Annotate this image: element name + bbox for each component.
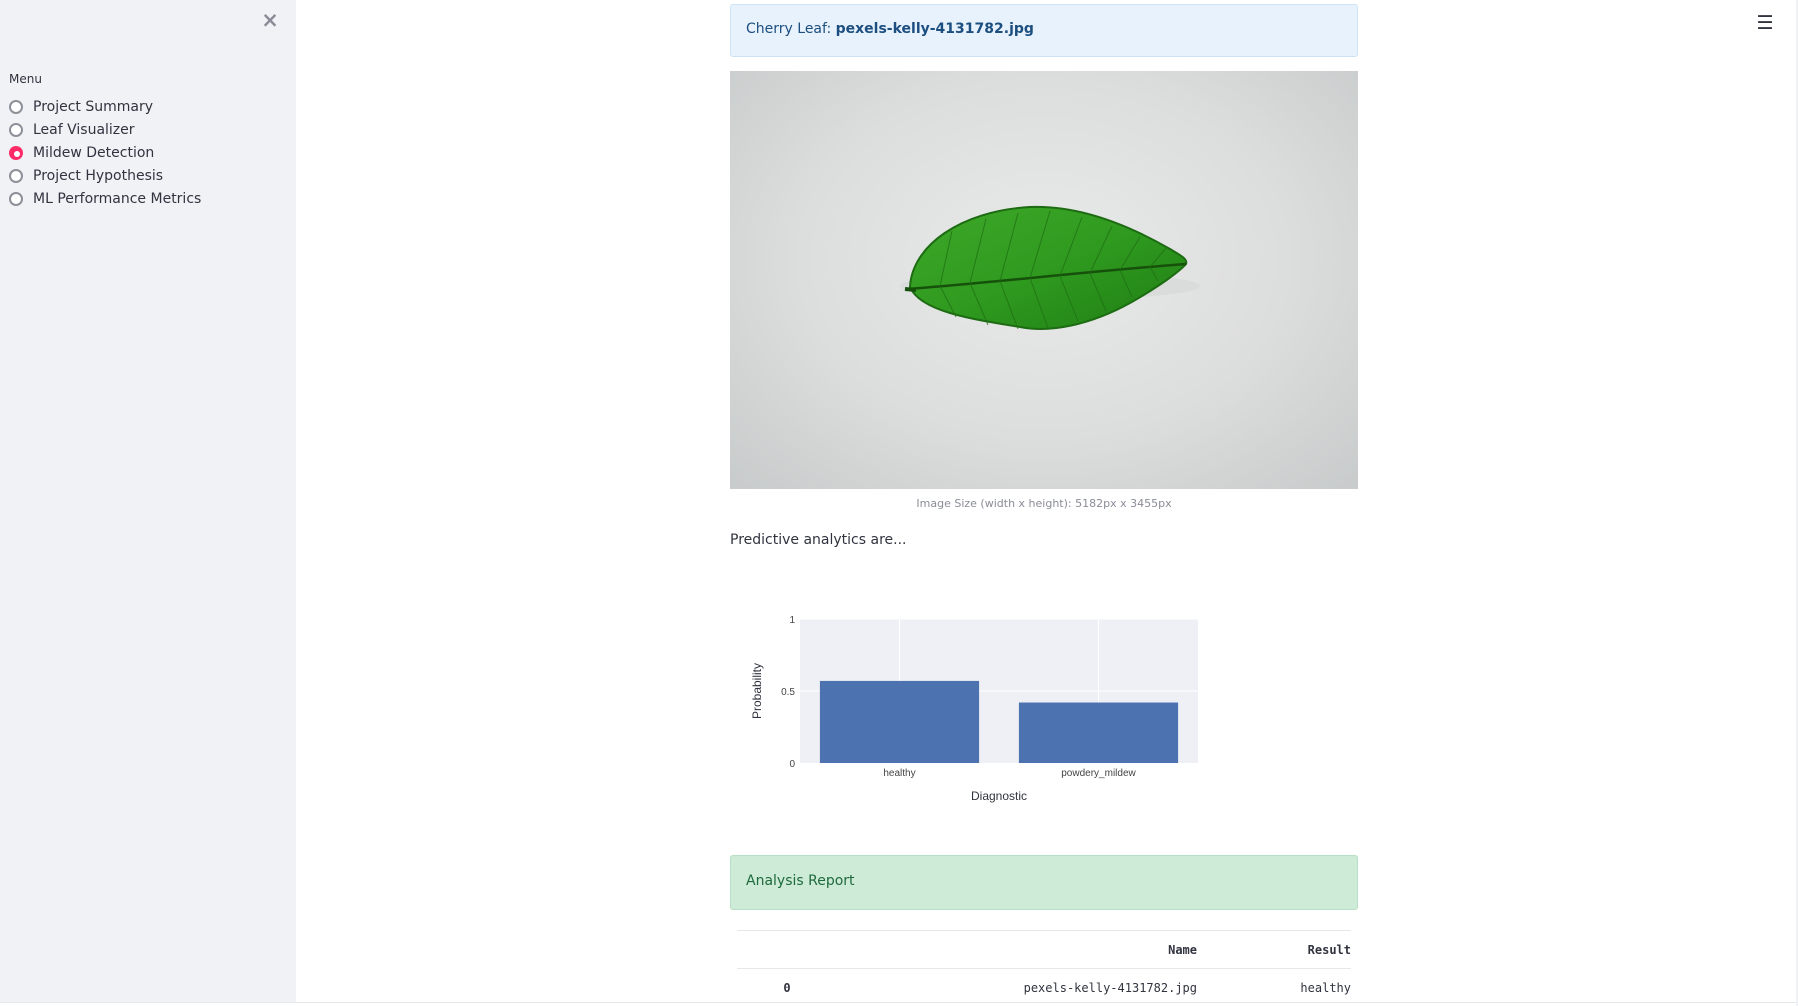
row-index: 0 bbox=[783, 980, 791, 995]
x-tick-label: powdery_mildew bbox=[1061, 768, 1136, 779]
y-axis-label: Probability bbox=[750, 663, 764, 719]
y-tick-label: 0 bbox=[789, 759, 795, 770]
row-result: healthy bbox=[1300, 980, 1351, 995]
column-header-index bbox=[737, 931, 837, 969]
image-caption: Image Size (width x height): 5182px x 34… bbox=[916, 497, 1172, 510]
success-alert: Analysis Report bbox=[730, 855, 1358, 910]
probability-chart[interactable]: 0 0.5 1 healthy powdery_mildew Diagnostic Prob… bbox=[730, 600, 1210, 820]
menu-item-label: Mildew Detection bbox=[33, 144, 155, 161]
radio-button[interactable] bbox=[9, 99, 23, 114]
menu-radio-group: Project Summary Leaf Visualizer Mildew D… bbox=[9, 95, 201, 210]
analysis-report-table: Name Result 0 pexels-kelly-4131782.jpg h… bbox=[737, 930, 1351, 1006]
column-header-name: Name bbox=[1168, 942, 1197, 957]
menu-item-label: Project Summary bbox=[33, 98, 154, 115]
info-alert: Cherry Leaf: pexels-kelly-4131782.jpg bbox=[730, 4, 1358, 57]
row-name: pexels-kelly-4131782.jpg bbox=[1023, 980, 1197, 995]
table-row: 0 pexels-kelly-4131782.jpg healthy bbox=[737, 969, 1351, 1006]
menu-item-label: Leaf Visualizer bbox=[33, 121, 135, 138]
predictive-analytics-text: Predictive analytics are... bbox=[730, 532, 907, 548]
info-filename: pexels-kelly-4131782.jpg bbox=[835, 21, 1034, 37]
menu-label: Menu bbox=[9, 72, 42, 86]
y-tick-label: 0.5 bbox=[781, 687, 795, 698]
radio-button[interactable] bbox=[9, 191, 23, 206]
close-sidebar-button[interactable]: × bbox=[258, 8, 282, 32]
menu-item-label: ML Performance Metrics bbox=[33, 190, 202, 207]
column-header-result: Result bbox=[1307, 942, 1351, 957]
sidebar: × Menu Project Summary Leaf Visualizer M… bbox=[0, 0, 296, 1002]
bottom-divider bbox=[0, 1002, 1798, 1003]
radio-button[interactable] bbox=[9, 168, 23, 183]
leaf-illustration bbox=[900, 205, 1200, 330]
app-root: × Menu Project Summary Leaf Visualizer M… bbox=[0, 0, 1798, 1006]
y-tick-label: 1 bbox=[789, 615, 795, 626]
x-tick-label: healthy bbox=[883, 768, 915, 779]
hamburger-icon: ☰ bbox=[1756, 12, 1774, 34]
bar-healthy bbox=[819, 680, 980, 763]
menu-item-leaf-visualizer[interactable]: Leaf Visualizer bbox=[9, 118, 201, 141]
menu-item-project-summary[interactable]: Project Summary bbox=[9, 95, 201, 118]
menu-item-ml-performance-metrics[interactable]: ML Performance Metrics bbox=[9, 187, 201, 210]
menu-item-label: Project Hypothesis bbox=[33, 167, 164, 184]
info-prefix: Cherry Leaf: bbox=[746, 21, 836, 37]
leaf-image bbox=[730, 71, 1358, 489]
x-axis-label: Diagnostic bbox=[971, 789, 1027, 803]
menu-item-project-hypothesis[interactable]: Project Hypothesis bbox=[9, 164, 201, 187]
main-menu-button[interactable]: ☰ bbox=[1754, 12, 1776, 34]
chart-svg: 0 0.5 1 healthy powdery_mildew Diagnostic Prob… bbox=[750, 615, 1198, 803]
radio-button-selected[interactable] bbox=[9, 145, 23, 160]
close-icon: × bbox=[261, 8, 279, 32]
bar-powdery_mildew bbox=[1018, 702, 1179, 763]
menu-item-mildew-detection[interactable]: Mildew Detection bbox=[9, 141, 201, 164]
table-header-row: Name Result bbox=[737, 930, 1351, 969]
radio-button[interactable] bbox=[9, 122, 23, 137]
